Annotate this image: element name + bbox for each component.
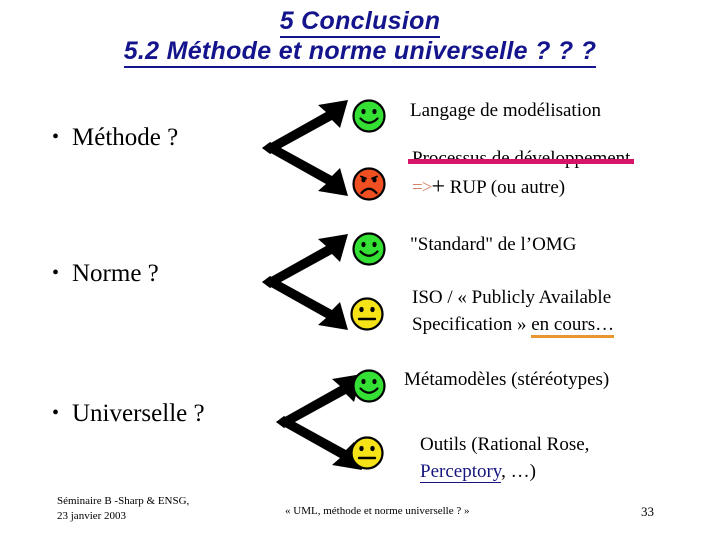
outils-line2-suffix: , …) — [501, 461, 536, 482]
title-line-2-text: 5.2 Méthode et norme universelle ? ? ? — [123, 37, 597, 68]
fork-arrows-icon — [258, 232, 358, 332]
struck-processus-text: Processus de développement — [407, 148, 635, 169]
footer-seminar-date: 23 janvier 2003 — [57, 510, 127, 522]
en-cours-underlined: en cours… — [531, 314, 615, 338]
iso-line2-prefix: Specification » — [412, 314, 532, 335]
fork-arrows-icon — [258, 98, 358, 198]
branch-text-iso-line2: Specification » en cours… — [412, 312, 615, 338]
title-line-1: 5 Conclusion — [0, 6, 720, 38]
title-line-2: 5.2 Méthode et norme universelle ? ? ? — [0, 36, 720, 68]
arrow-eq-symbol: => — [412, 177, 432, 198]
happy-face-icon — [351, 98, 387, 134]
footer-left: Séminaire B -Sharp & ENSG, 23 janvier 20… — [57, 494, 189, 524]
footer-page-number: 33 — [641, 504, 654, 519]
happy-face-icon — [351, 368, 387, 404]
branch-text-langage: Langage de modélisation — [410, 100, 601, 121]
sad-face-icon — [351, 166, 387, 202]
slide-canvas: 5 Conclusion 5.2 Méthode et norme univer… — [0, 0, 720, 540]
branch-text-outils-line1: Outils (Rational Rose, — [420, 434, 590, 455]
bullet-universelle: • Universelle ? — [52, 400, 205, 428]
bullet-label: Norme ? — [72, 260, 159, 287]
branch-text-processus: Processus de développement — [407, 146, 635, 171]
branch-text-metamodeles: Métamodèles (stéréotypes) — [404, 369, 610, 390]
bullet-marker: • — [52, 126, 60, 148]
bullet-marker: • — [52, 402, 60, 424]
title-line-1-text: 5 Conclusion — [279, 7, 441, 38]
bullet-norme: • Norme ? — [52, 260, 159, 288]
perceptory-link[interactable]: Perceptory — [420, 461, 502, 483]
bullet-methode: • Méthode ? — [52, 124, 178, 152]
footer-presentation-title: « UML, méthode et norme universelle ? » — [285, 505, 470, 517]
bullet-label: Universelle ? — [72, 400, 205, 427]
branch-text-rup: =>+ RUP (ou autre) — [412, 175, 565, 200]
branch-text-outils-line2: Perceptory, …) — [420, 459, 536, 484]
rup-label: RUP (ou autre) — [449, 177, 566, 198]
bullet-label: Méthode ? — [72, 124, 179, 151]
neutral-face-icon — [349, 435, 385, 471]
happy-face-icon — [351, 231, 387, 267]
plus-symbol: + — [431, 174, 445, 200]
slide-title: 5 Conclusion 5.2 Méthode et norme univer… — [0, 6, 720, 68]
neutral-face-icon — [349, 296, 385, 332]
branch-text-iso-line1: ISO / « Publicly Available — [412, 287, 612, 308]
branch-text-standard-omg: "Standard" de l’OMG — [410, 234, 577, 255]
bullet-marker: • — [52, 262, 60, 284]
footer-seminar-name: Séminaire B -Sharp & ENSG, — [57, 495, 190, 507]
